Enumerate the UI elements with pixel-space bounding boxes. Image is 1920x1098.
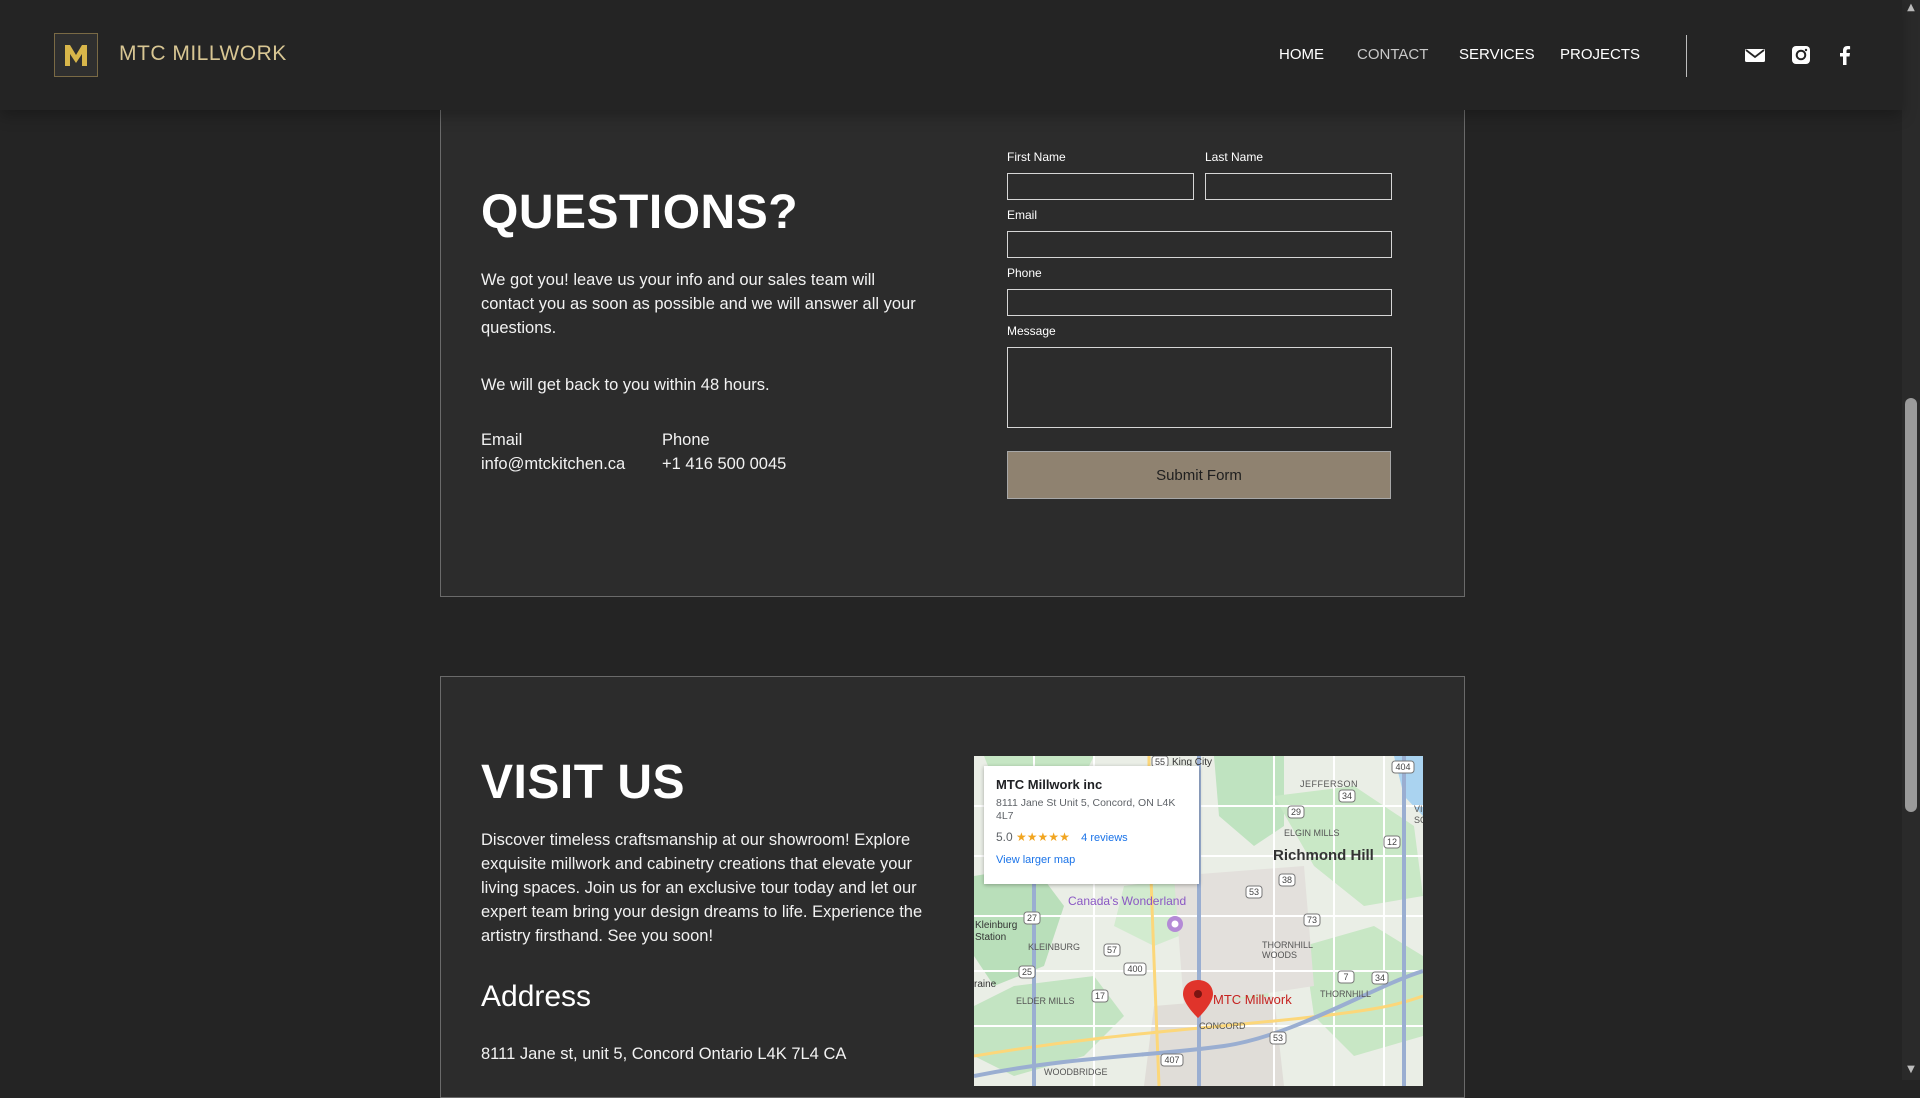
map-card-title: MTC Millwork inc [996,777,1103,792]
route-shield: 57 [1107,945,1117,955]
rating-value: 5.0 [996,830,1013,844]
route-shield: 404 [1395,762,1410,772]
scrollbar-thumb[interactable] [1905,398,1917,812]
route-shield: 34 [1375,973,1385,983]
place-canadas-wonderland: Canada's Wonderland [1068,894,1187,908]
route-shield: 12 [1387,837,1397,847]
nav-projects[interactable]: PROJECTS [1560,46,1640,63]
place-thornhill: THORNHILL [1320,989,1372,999]
address-value: 8111 Jane st, unit 5, Concord Ontario L4… [481,1045,847,1063]
scroll-down-icon[interactable]: ▼ [1904,1064,1918,1078]
message-label: Message [1007,324,1056,338]
visit-paragraph: Discover timeless craftsmanship at our s… [481,831,923,945]
facebook-icon[interactable] [1834,44,1856,66]
route-shield: 25 [1022,967,1032,977]
route-shield: 7 [1343,972,1348,982]
route-shield: 73 [1307,915,1317,925]
place-thornhill-woods: THORNHILL WOODS [1262,940,1313,960]
map-embed[interactable]: 55 404 34 29 12 53 38 73 27 57 25 400 17… [974,756,1423,1086]
route-shield: 29 [1291,807,1301,817]
route-shield: 38 [1282,875,1292,885]
place-raine: raine [974,979,997,990]
place-squ: SQU [1414,815,1423,825]
place-concord: CONCORD [1199,1021,1246,1031]
place-elder-mills: ELDER MILLS [1016,996,1075,1006]
map-info-card: MTC Millwork inc 8111 Jane St Unit 5, Co… [984,766,1199,884]
nav-divider [1686,35,1687,77]
place-richmond-hill: Richmond Hill [1273,847,1374,864]
nav-contact[interactable]: CONTACT [1357,46,1428,63]
email-label: Email [481,431,523,449]
visit-title: VISIT US [481,756,686,809]
instagram-icon[interactable] [1790,44,1812,66]
place-elgin-mills: ELGIN MILLS [1284,828,1340,838]
last-name-label: Last Name [1205,150,1264,164]
place-jefferson: JEFFERSON [1300,779,1359,789]
phone-label: Phone [662,431,710,449]
logo[interactable] [54,33,98,77]
star-icons: ★★★★★ [1016,830,1070,844]
contact-panel: QUESTIONS? We got you! leave us your inf… [440,70,1465,597]
reviews-link[interactable]: 4 reviews [1081,832,1127,844]
email-link[interactable]: info@mtckitchen.ca [481,452,625,476]
logo-mark-icon [61,41,91,69]
phone-field[interactable] [1007,289,1392,316]
view-larger-map-link[interactable]: View larger map [996,854,1075,866]
map-pin-label[interactable]: MTC Millwork [1213,992,1292,1007]
first-name-label: First Name [1007,150,1066,164]
email-field[interactable] [1007,231,1392,258]
mail-icon[interactable] [1744,44,1766,66]
submit-form-button[interactable]: Submit Form [1007,451,1391,499]
place-vict: VICT [1414,804,1423,814]
route-shield: 17 [1095,991,1105,1001]
place-woodbridge: WOODBRIDGE [1044,1067,1108,1077]
route-shield: 27 [1027,913,1037,923]
last-name-field[interactable] [1205,173,1392,200]
route-shield: 400 [1127,964,1142,974]
site-header: MTC MILLWORK HOME CONTACT SERVICES PROJE… [0,0,1902,110]
route-shield: 53 [1249,887,1259,897]
contact-paragraph: We got you! leave us your info and our s… [481,271,916,337]
nav-services[interactable]: SERVICES [1459,46,1535,63]
scroll-up-icon[interactable]: ▲ [1904,2,1918,16]
map-card-address: 8111 Jane St Unit 5, Concord, ON L4K 4L7 [996,797,1176,822]
route-shield: 53 [1273,1033,1283,1043]
form-phone-label: Phone [1007,266,1042,280]
place-kleinburg-station: Kleinburg Station [975,920,1018,943]
contact-title: QUESTIONS? [481,186,799,239]
message-field[interactable] [1007,347,1392,428]
phone-link[interactable]: +1 416 500 0045 [662,452,786,476]
nav-home[interactable]: HOME [1279,46,1324,63]
response-note: We will get back to you within 48 hours. [481,376,770,394]
route-shield: 407 [1164,1055,1179,1065]
place-kleinburg: KLEINBURG [1028,942,1081,952]
brand-name[interactable]: MTC MILLWORK [119,42,287,66]
route-shield: 34 [1342,791,1352,801]
form-email-label: Email [1007,208,1038,222]
map-rating: 5.0 ★★★★★ 4 reviews [996,830,1128,844]
first-name-field[interactable] [1007,173,1194,200]
address-heading: Address [481,980,592,1013]
